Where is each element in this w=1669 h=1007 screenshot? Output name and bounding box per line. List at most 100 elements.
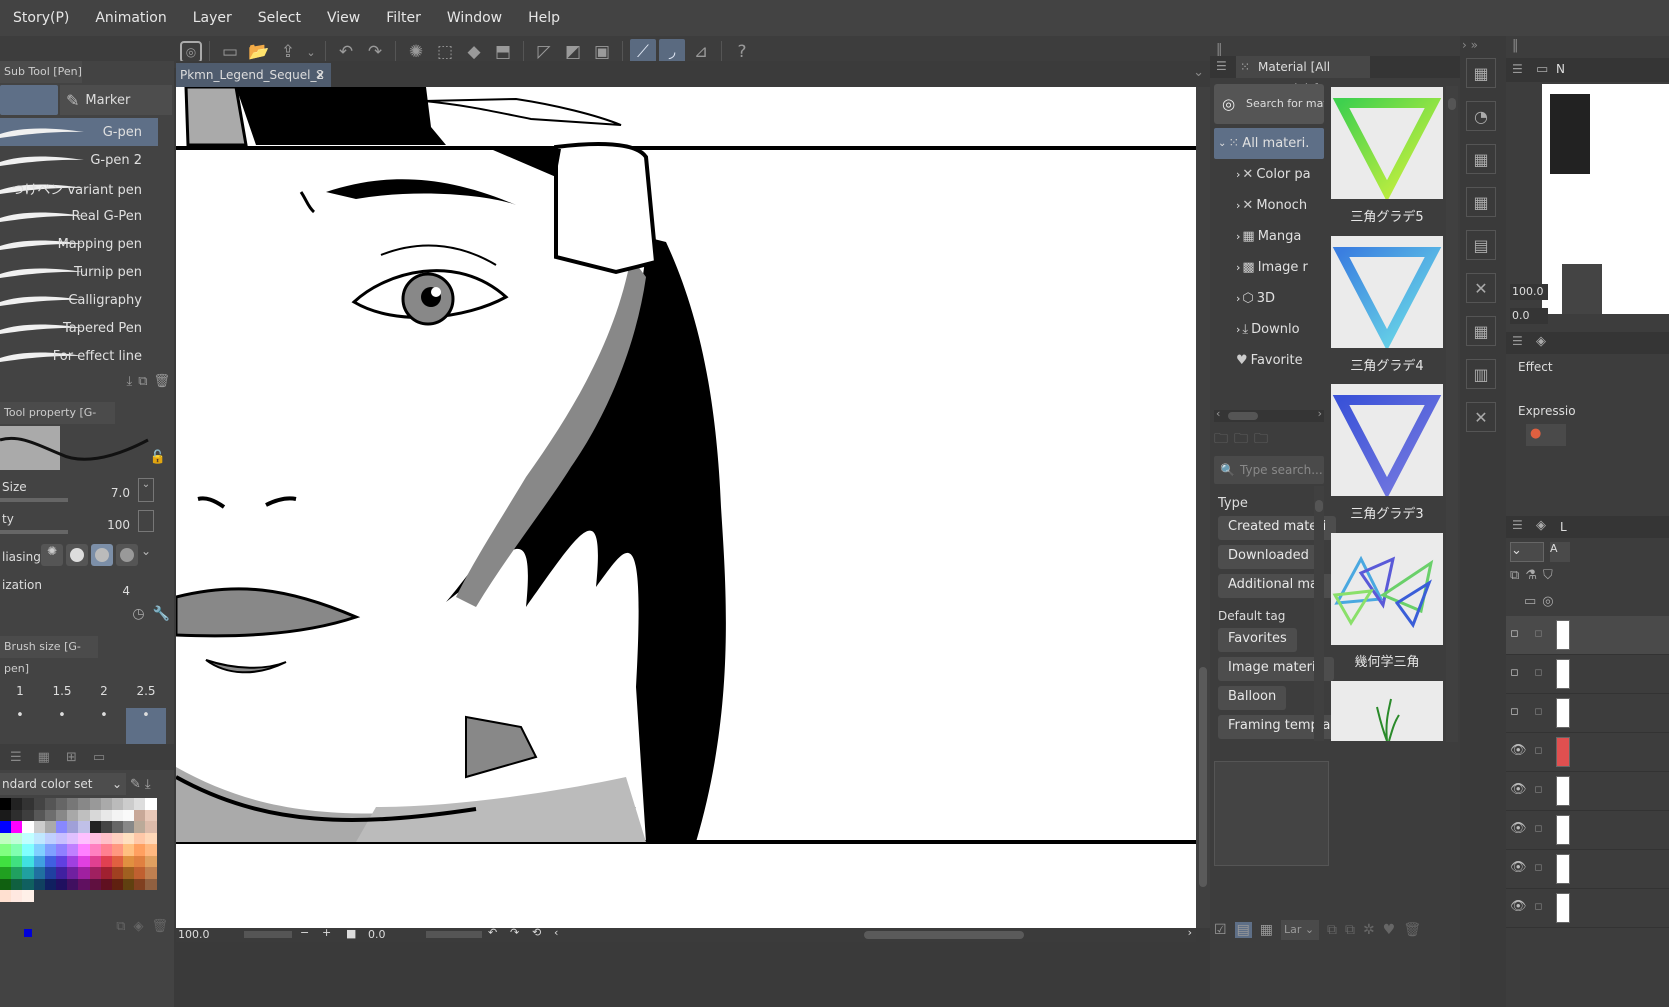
color-swatch[interactable] bbox=[67, 798, 79, 810]
subtool-item[interactable]: For effect line bbox=[0, 342, 158, 370]
color-swatch[interactable] bbox=[111, 878, 124, 890]
color-swatch[interactable] bbox=[55, 809, 68, 821]
rotate-right-icon[interactable]: ↷ bbox=[510, 926, 519, 939]
stabilization-row[interactable]: ization 4 bbox=[0, 576, 174, 606]
paste-alt-icon[interactable]: ⧉ bbox=[1345, 922, 1355, 938]
checkbox-icon[interactable]: ☑ bbox=[1214, 922, 1227, 938]
zoom-out-icon[interactable]: − bbox=[300, 926, 309, 939]
list-icon[interactable]: ☰ bbox=[10, 750, 22, 765]
color-set-icon[interactable]: ▦ bbox=[38, 750, 50, 765]
expression-color-button[interactable]: ● bbox=[1526, 424, 1566, 446]
aa-none-icon[interactable]: ✺ bbox=[41, 544, 63, 566]
blend-value[interactable]: A bbox=[1550, 542, 1570, 562]
aa-strong-icon[interactable] bbox=[116, 544, 138, 566]
color-swatch[interactable] bbox=[55, 855, 68, 867]
color-swatch[interactable] bbox=[11, 798, 23, 810]
color-swatch[interactable] bbox=[78, 798, 90, 810]
color-swatch[interactable] bbox=[44, 878, 56, 890]
menu-layer[interactable]: Layer bbox=[180, 0, 245, 36]
color-swatch[interactable] bbox=[123, 878, 135, 890]
subtool-item[interactable]: Calligraphy bbox=[0, 286, 158, 314]
color-swatch[interactable] bbox=[55, 821, 68, 833]
trash-icon[interactable]: 🗑 bbox=[153, 374, 170, 389]
color-swatch[interactable] bbox=[33, 798, 45, 810]
color-swatch[interactable] bbox=[0, 798, 12, 810]
visibility-box-icon[interactable]: ▫ bbox=[1510, 704, 1519, 719]
color-swatch[interactable] bbox=[145, 809, 157, 821]
color-swatch[interactable] bbox=[11, 890, 23, 902]
menu-storyp[interactable]: Story(P) bbox=[0, 0, 82, 36]
wrench-icon[interactable]: 🔧 bbox=[153, 606, 170, 632]
color-swatch[interactable] bbox=[89, 855, 101, 867]
new-layer-icon[interactable]: ▭ bbox=[1524, 594, 1536, 609]
edit-folder-icon[interactable]: 🗀 bbox=[1254, 428, 1268, 452]
color-swatch[interactable] bbox=[22, 798, 34, 810]
fit-icon[interactable]: ■ bbox=[346, 927, 356, 940]
color-swatch[interactable] bbox=[111, 867, 124, 879]
layer-row[interactable]: ▫ ▫ bbox=[1506, 694, 1669, 733]
x-mark-icon[interactable]: ✕ bbox=[1466, 273, 1496, 303]
tab-pen[interactable] bbox=[0, 85, 58, 115]
color-swatch[interactable] bbox=[33, 821, 45, 833]
color-swatch[interactable] bbox=[100, 855, 112, 867]
size-dropdown[interactable]: Lar ⌄ bbox=[1281, 920, 1320, 940]
tree-scroll-thumb[interactable] bbox=[1228, 412, 1258, 420]
chevron-right-icon[interactable]: › bbox=[1318, 407, 1322, 420]
brush-size-cell[interactable]: 1 bbox=[0, 662, 40, 706]
menu-icon[interactable]: ☰ bbox=[1512, 518, 1523, 532]
scrollbar-thumb[interactable] bbox=[1199, 667, 1207, 887]
chevron-right-icon[interactable]: › bbox=[1236, 323, 1240, 336]
color-swatch[interactable] bbox=[100, 809, 112, 821]
visibility-box-icon[interactable]: ▫ bbox=[1510, 665, 1519, 680]
color-swatch[interactable] bbox=[0, 890, 12, 902]
trash-icon[interactable]: 🗑 bbox=[151, 919, 168, 934]
color-swatch[interactable] bbox=[134, 878, 146, 890]
material-grid-icon[interactable]: ▦ bbox=[1466, 144, 1496, 174]
antialias-row[interactable]: liasing ✺ ⌄ bbox=[0, 542, 174, 576]
new-vector-icon[interactable]: ◎ bbox=[1542, 594, 1553, 609]
eye-icon[interactable]: 👁 bbox=[1510, 821, 1527, 836]
chevron-down-icon[interactable]: ⌄ bbox=[1218, 138, 1226, 149]
color-swatch[interactable] bbox=[134, 809, 146, 821]
clock-icon[interactable]: ◷ bbox=[132, 606, 144, 632]
brush-size-cell-selected[interactable]: • bbox=[126, 708, 166, 744]
color-swatch[interactable] bbox=[145, 855, 157, 867]
color-swatch[interactable] bbox=[100, 878, 112, 890]
color-swatch[interactable] bbox=[11, 832, 23, 844]
lock-box-icon[interactable]: ▫ bbox=[1534, 821, 1543, 836]
menu-help[interactable]: Help bbox=[515, 0, 573, 36]
replace-color-icon[interactable]: ◈ bbox=[133, 919, 143, 934]
subtool-item[interactable]: G-pen 2 bbox=[0, 146, 158, 174]
delete-folder-icon[interactable]: 🗀 bbox=[1234, 428, 1248, 452]
color-swatch[interactable] bbox=[67, 878, 79, 890]
material-grid-icon[interactable]: ▦ bbox=[1466, 187, 1496, 217]
material-tab[interactable]: ⁙ Material [All materials] bbox=[1236, 56, 1370, 96]
app-logo-icon[interactable]: ◎ bbox=[180, 41, 202, 63]
close-icon[interactable]: ✕ bbox=[315, 63, 325, 87]
eye-icon[interactable]: 👁 bbox=[1510, 860, 1527, 875]
layer-property-icon[interactable]: ▤ bbox=[1466, 230, 1496, 260]
color-swatch[interactable] bbox=[89, 821, 101, 833]
settings-icon[interactable]: ✲ bbox=[1363, 922, 1375, 938]
color-swatch[interactable] bbox=[134, 821, 146, 833]
layer-row[interactable]: 👁 ▫ bbox=[1506, 772, 1669, 811]
lock-box-icon[interactable]: ▫ bbox=[1534, 626, 1543, 641]
import-icon[interactable]: ⤓ bbox=[126, 374, 132, 389]
color-swatch[interactable] bbox=[22, 867, 34, 879]
lock-icon[interactable]: 🔓 bbox=[150, 450, 166, 465]
color-swatch[interactable] bbox=[55, 832, 68, 844]
color-swatch[interactable] bbox=[33, 855, 45, 867]
material-thumb[interactable] bbox=[1331, 384, 1443, 499]
color-swatch[interactable] bbox=[134, 844, 146, 856]
color-swatch[interactable] bbox=[111, 821, 124, 833]
material-grid-icon[interactable]: ▦ bbox=[1466, 316, 1496, 346]
color-swatch[interactable] bbox=[123, 867, 135, 879]
material-tree-item[interactable]: › ▩ Image r bbox=[1214, 252, 1324, 283]
chevron-left-icon[interactable]: ‹ bbox=[1216, 407, 1220, 420]
tree-icon[interactable]: ⊞ bbox=[66, 750, 77, 765]
color-swatch[interactable] bbox=[11, 878, 23, 890]
list-view-icon[interactable]: ▤ bbox=[1234, 922, 1252, 938]
layer-row[interactable]: 👁 ▫ bbox=[1506, 811, 1669, 850]
paste-icon[interactable]: ⧉ bbox=[1327, 922, 1337, 938]
color-swatch[interactable] bbox=[33, 809, 45, 821]
